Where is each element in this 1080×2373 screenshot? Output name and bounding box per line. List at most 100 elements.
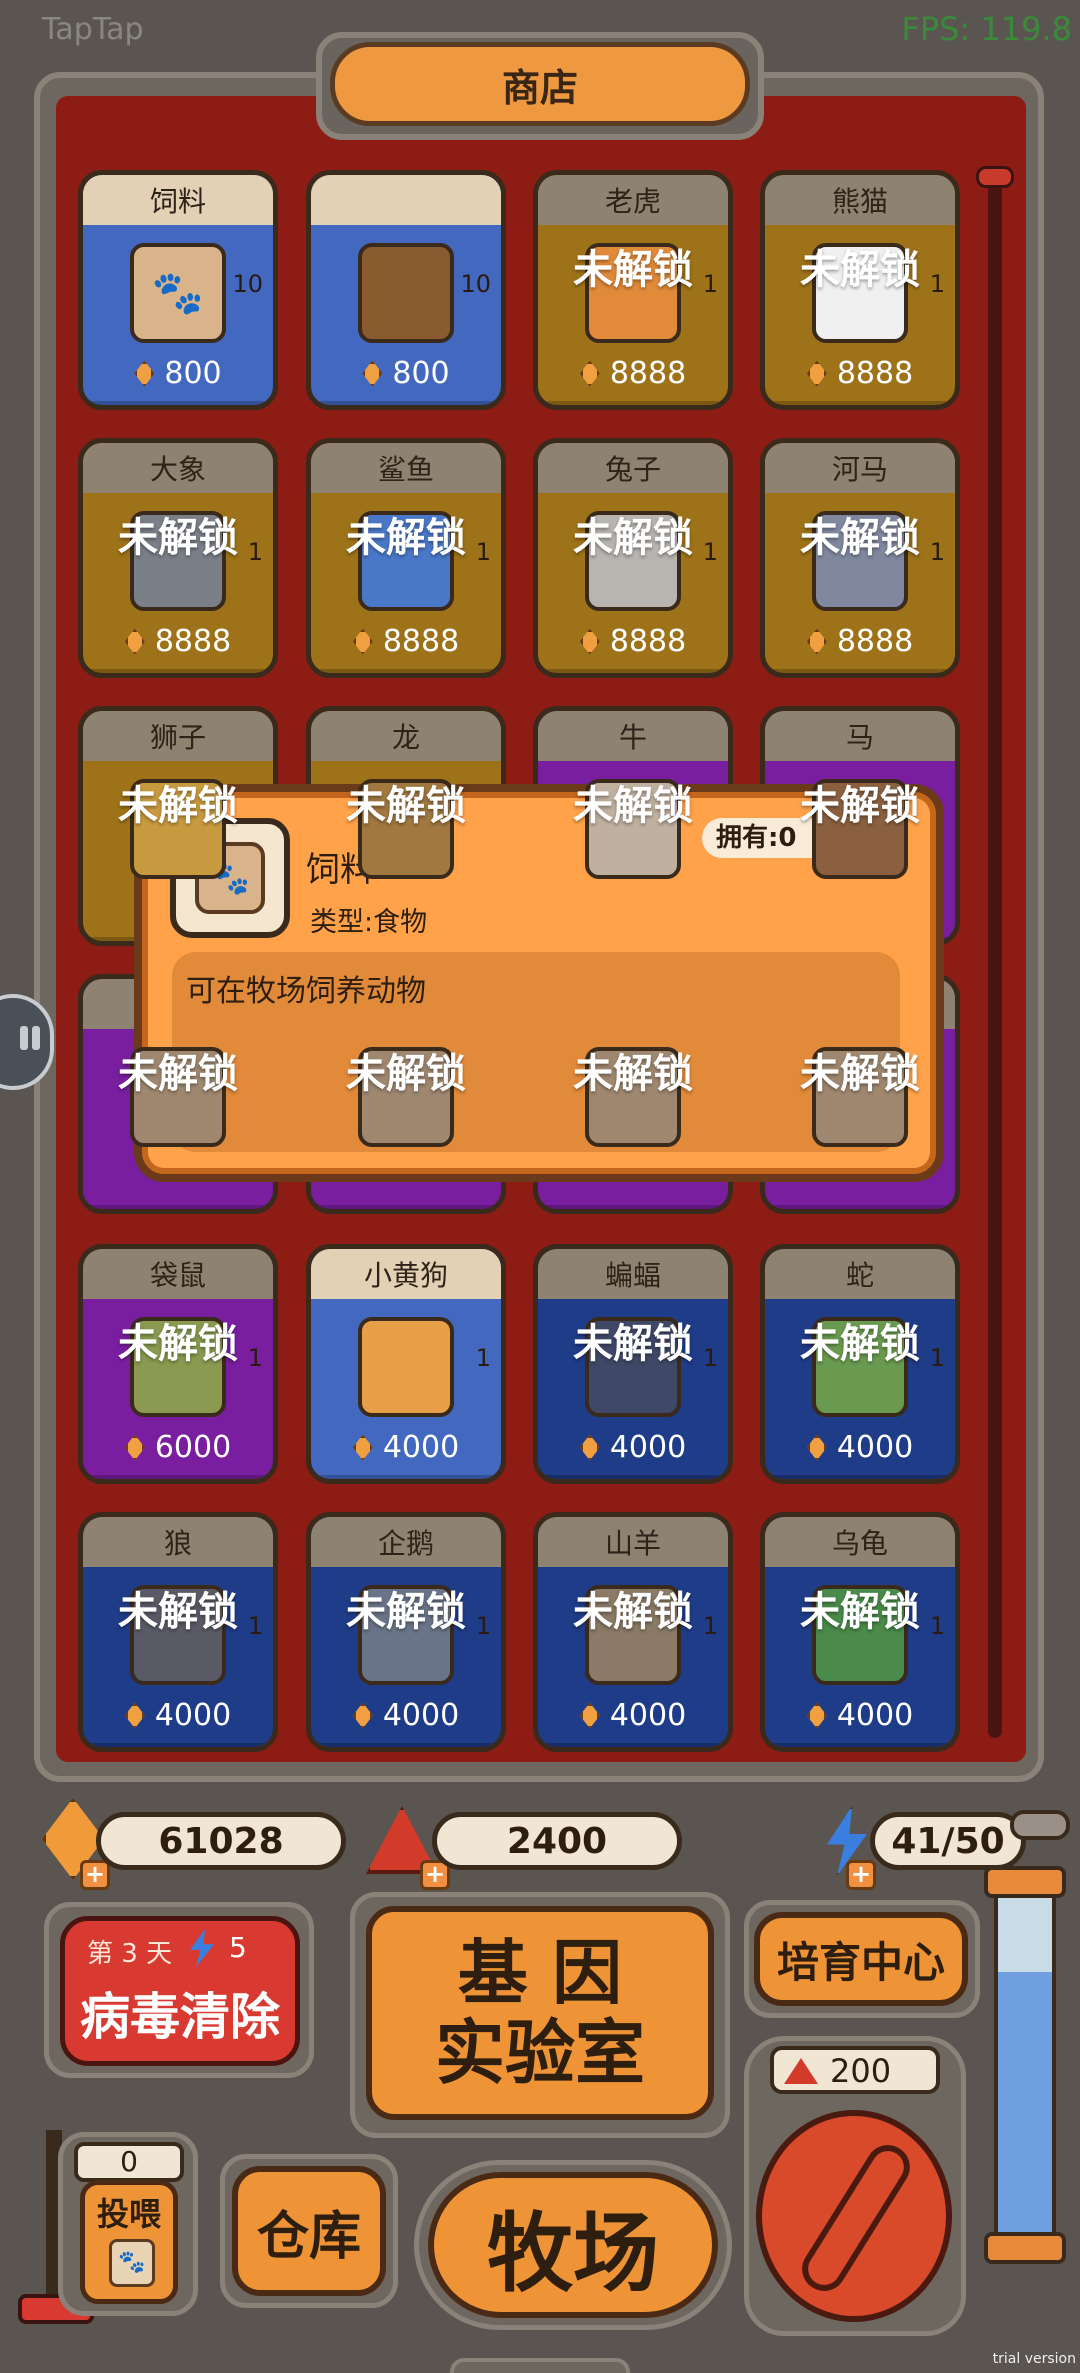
shop-card[interactable]: 熊猫 未解锁 1 8888 [760, 170, 960, 410]
card-locked-label: 未解锁 [118, 1051, 238, 1097]
shop-scroll-thumb[interactable] [976, 166, 1014, 188]
card-locked-label: 未解锁 [800, 247, 920, 293]
card-locked-label: 未解锁 [800, 1589, 920, 1635]
gauge-dial-button[interactable] [756, 2110, 952, 2322]
gem-icon [124, 628, 145, 655]
virus-day-label: 第 3 天 [87, 1939, 173, 1969]
gauge-needle [793, 2136, 919, 2300]
card-price-value: 4000 [154, 1698, 232, 1733]
card-price-value: 8888 [609, 624, 687, 659]
card-count: 1 [702, 1344, 718, 1372]
fps-counter: FPS: 119.8 [901, 10, 1072, 48]
shop-card[interactable]: 蛇未解锁 1 4000 [760, 1244, 960, 1484]
card-name: 熊猫 [765, 175, 955, 225]
card-name: 饲料 [83, 175, 273, 225]
energy-vial [994, 1894, 1056, 2240]
ruby-counter: 2400 [432, 1812, 682, 1870]
card-locked-label: 未解锁 [346, 1051, 466, 1097]
card-count: 1 [702, 1612, 718, 1640]
shop-card[interactable]: 山羊 未解锁 1 4000 [533, 1512, 733, 1752]
popup-item-type: 类型:食物 [310, 907, 428, 938]
shop-card[interactable]: 大象 未解锁 1 8888 [78, 438, 278, 678]
card-price-value: 6000 [154, 1430, 232, 1465]
gem-icon [352, 1434, 373, 1461]
card-price-value: 4000 [382, 1698, 460, 1733]
card-name: 乌龟 [765, 1517, 955, 1567]
card-name: 蛇 [765, 1249, 955, 1299]
feed-button[interactable]: 投喂 🐾 [80, 2180, 178, 2304]
shop-card[interactable]: 鲨鱼 未解锁 1 8888 [306, 438, 506, 678]
card-name: 蝙蝠 [538, 1249, 728, 1299]
card-locked-label: 未解锁 [573, 1321, 693, 1367]
shop-card[interactable]: 狼未解锁 1 4000 [78, 1512, 278, 1752]
energy-small-icon [190, 1929, 214, 1967]
gem-icon [134, 360, 155, 387]
card-count: 1 [929, 1612, 945, 1640]
gem-icon [806, 1434, 827, 1461]
shop-card[interactable]: 袋鼠 未解锁 1 6000 [78, 1244, 278, 1484]
card-name: 老虎 [538, 175, 728, 225]
gene-lab-line1: 基 因 [457, 1932, 623, 2014]
gem-icon [362, 360, 383, 387]
energy-plus-button[interactable]: + [846, 1860, 876, 1890]
shop-card[interactable]: 乌龟 未解锁 1 4000 [760, 1512, 960, 1752]
card-price-value: 4000 [382, 1430, 460, 1465]
card-name: 大象 [83, 443, 273, 493]
energy-vial-fill [998, 1972, 1052, 2236]
shop-card[interactable]: 企鹅 未解锁 1 4000 [306, 1512, 506, 1752]
card-price-value: 4000 [836, 1430, 914, 1465]
card-count: 1 [702, 270, 718, 298]
card-count: 10 [232, 270, 263, 298]
card-locked-label: 未解锁 [573, 1589, 693, 1635]
virus-clear-label: 病毒清除 [80, 1988, 280, 2046]
card-name: 山羊 [538, 1517, 728, 1567]
card-count: 10 [460, 270, 491, 298]
trial-version-label: trial version [992, 2351, 1076, 2367]
shop-card[interactable]: 兔子 未解锁 1 8888 [533, 438, 733, 678]
shop-title-button[interactable]: 商店 [330, 42, 750, 126]
feed-sack-icon: 🐾 [109, 2239, 155, 2287]
card-locked-label: 未解锁 [800, 783, 920, 829]
card-name: 袋鼠 [83, 1249, 273, 1299]
card-locked-label: 未解锁 [800, 1321, 920, 1367]
card-count: 1 [247, 1344, 263, 1372]
shop-card[interactable]: 10 800 [306, 170, 506, 410]
card-name: 马 [765, 711, 955, 761]
card-price: 4000 [311, 1698, 501, 1733]
shop-card[interactable]: 老虎 未解锁 1 8888 [533, 170, 733, 410]
taptap-watermark: TapTap [42, 12, 144, 47]
card-price-value: 4000 [609, 1430, 687, 1465]
shop-card[interactable]: 小黄狗 1 4000 [306, 1244, 506, 1484]
card-count: 1 [475, 538, 491, 566]
card-locked-label: 未解锁 [346, 783, 466, 829]
card-locked-label: 未解锁 [573, 1051, 693, 1097]
card-price: 4000 [538, 1430, 728, 1465]
card-name: 兔子 [538, 443, 728, 493]
card-price: 8888 [311, 624, 501, 659]
gem-plus-button[interactable]: + [80, 1860, 110, 1890]
gem-counter: 61028 [96, 1812, 346, 1870]
card-name: 河马 [765, 443, 955, 493]
virus-clear-button[interactable]: 第 3 天 5 病毒清除 [60, 1916, 300, 2066]
popup-description: 可在牧场饲养动物 [186, 974, 426, 1009]
card-price-value: 8888 [382, 624, 460, 659]
ranch-button[interactable]: 牧场 [428, 2172, 718, 2318]
shop-card[interactable]: 饲料 🐾 10 800 [78, 170, 278, 410]
shop-scroll-track[interactable] [988, 168, 1002, 1738]
shop-card[interactable]: 蝙蝠未解锁 1 4000 [533, 1244, 733, 1484]
shop-card[interactable]: 河马 未解锁 1 8888 [760, 438, 960, 678]
card-price: 4000 [765, 1430, 955, 1465]
card-locked-label: 未解锁 [800, 1051, 920, 1097]
card-price-value: 800 [392, 356, 450, 391]
warehouse-button[interactable]: 仓库 [232, 2166, 386, 2296]
breeding-center-button[interactable]: 培育中心 [754, 1912, 968, 2006]
card-price: 6000 [83, 1430, 273, 1465]
gem-icon [806, 1702, 827, 1729]
card-price-value: 800 [164, 356, 222, 391]
card-locked-label: 未解锁 [800, 515, 920, 561]
gem-icon [579, 628, 600, 655]
vial-cap-bottom [984, 2232, 1066, 2264]
gene-lab-button[interactable]: 基 因 实验室 [366, 1906, 714, 2120]
card-name: 牛 [538, 711, 728, 761]
energy-counter: 41/50 [870, 1812, 1026, 1870]
